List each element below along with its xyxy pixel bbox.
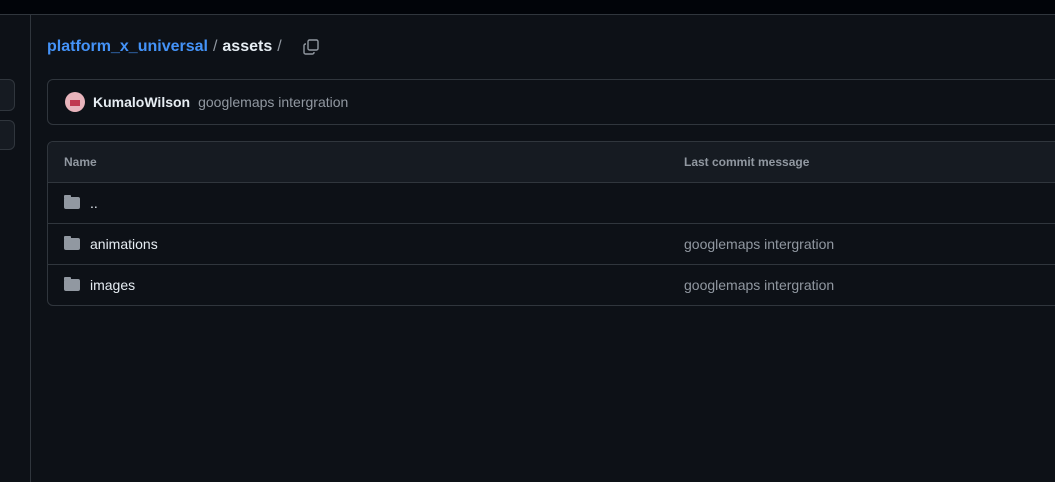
breadcrumb-separator: / (277, 38, 282, 55)
file-name[interactable]: animations (90, 236, 158, 252)
file-name[interactable]: .. (90, 195, 98, 211)
table-row[interactable]: images googlemaps intergration (48, 265, 1055, 305)
file-table: Name Last commit message .. animations g… (47, 141, 1055, 306)
breadcrumb: platform_x_universal / assets / (47, 38, 319, 56)
folder-icon (64, 236, 80, 250)
table-header: Name Last commit message (48, 142, 1055, 183)
sidebar-button[interactable] (0, 120, 15, 150)
folder-icon (64, 195, 80, 209)
file-name[interactable]: images (90, 277, 135, 293)
commit-message[interactable]: googlemaps intergration (684, 277, 834, 293)
sidebar-divider (30, 15, 31, 482)
avatar[interactable] (65, 92, 85, 112)
column-last-commit: Last commit message (684, 155, 810, 169)
breadcrumb-current-folder: assets (222, 38, 273, 55)
breadcrumb-separator: / (212, 38, 218, 55)
search-button[interactable] (0, 79, 15, 111)
copy-path-icon[interactable] (302, 39, 319, 55)
column-name: Name (64, 155, 97, 169)
latest-commit-bar: KumaloWilson googlemaps intergration (47, 79, 1055, 125)
folder-icon (64, 277, 80, 291)
commit-message[interactable]: googlemaps intergration (684, 236, 834, 252)
commit-author[interactable]: KumaloWilson (93, 94, 190, 110)
breadcrumb-repo-link[interactable]: platform_x_universal (47, 38, 208, 56)
commit-message[interactable]: googlemaps intergration (198, 94, 348, 110)
top-bar (0, 0, 1055, 15)
table-row[interactable]: animations googlemaps intergration (48, 224, 1055, 265)
table-row[interactable]: .. (48, 183, 1055, 224)
